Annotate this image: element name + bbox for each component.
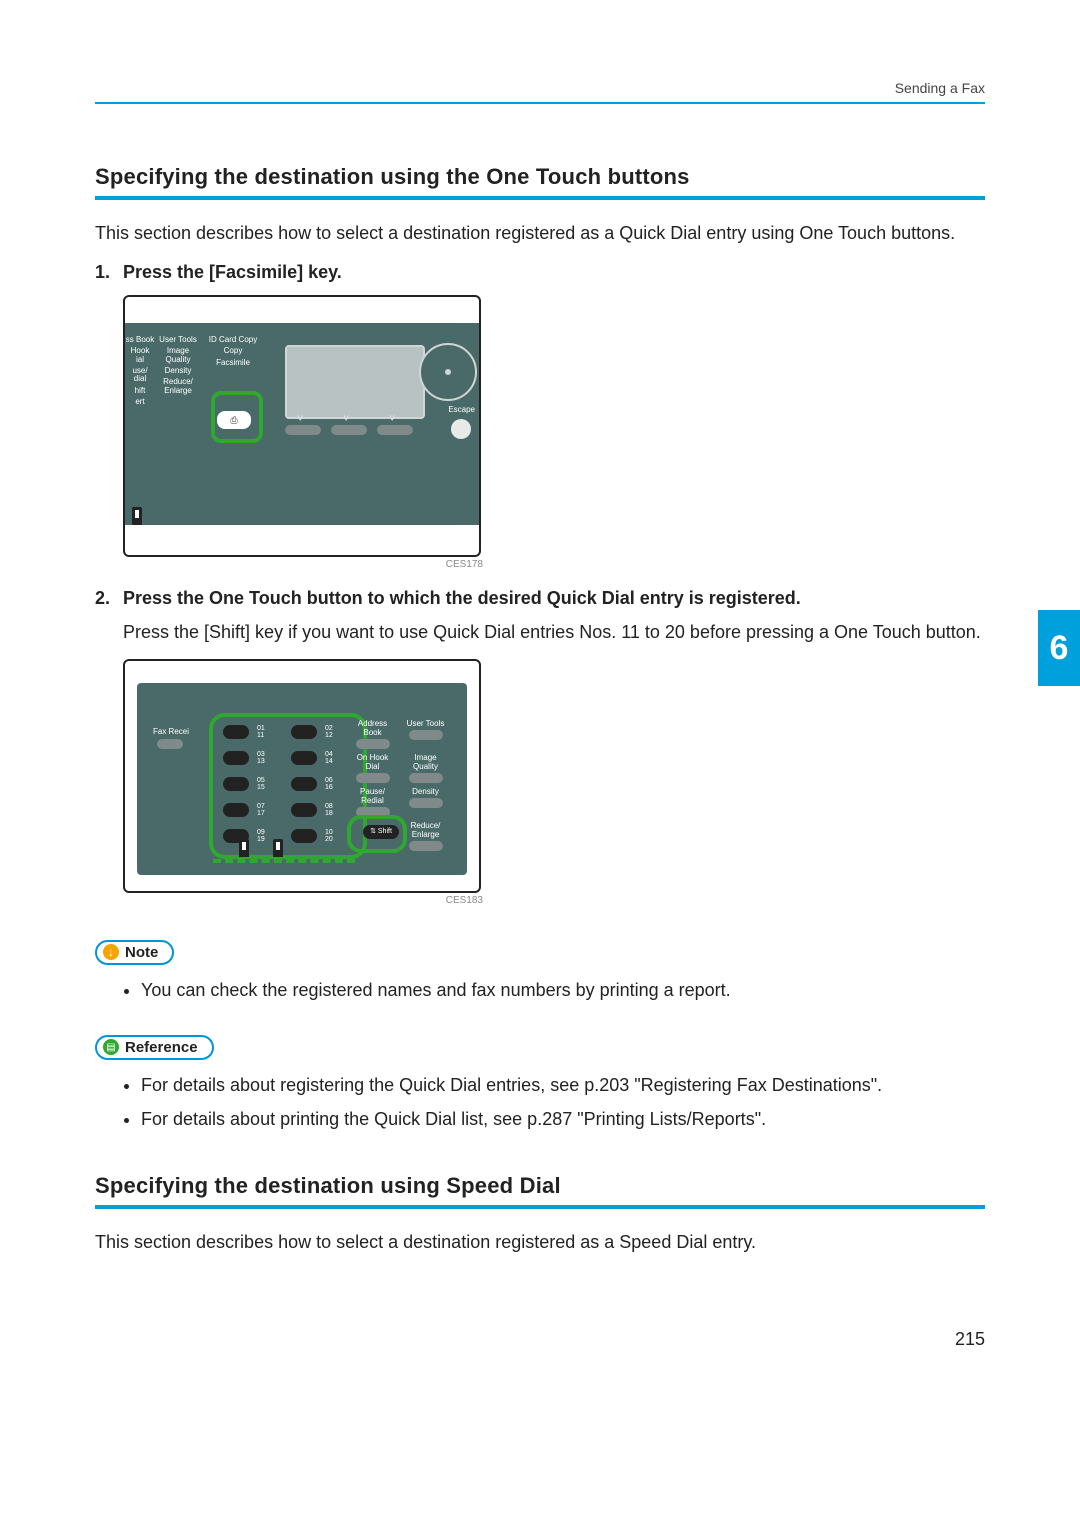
- running-header: Sending a Fax: [95, 80, 985, 96]
- section-title-onetouch: Specifying the destination using the One…: [95, 164, 985, 190]
- reference-book-icon: ▤: [103, 1039, 119, 1055]
- onetouch-button: [291, 829, 317, 843]
- step1-text: Press the [Facsimile] key.: [123, 262, 985, 283]
- onetouch-grid: 01 1102 12 03 1304 14 05 1506 16 07 1708…: [223, 721, 335, 851]
- onetouch-button: [291, 751, 317, 765]
- note-label: ↓ Note: [95, 940, 174, 965]
- onetouch-button: [291, 777, 317, 791]
- panel1-col1-l0: ss Book: [125, 336, 155, 344]
- chevron-down-icon: ˅: [297, 413, 303, 425]
- panel-button: [409, 773, 443, 783]
- step2-body: Press the [Shift] key if you want to use…: [123, 619, 985, 647]
- chevron-down-icon: ˅: [343, 413, 349, 425]
- facsimile-button-icon: ⎙: [217, 411, 251, 429]
- panel1-col1-l1: Hook ial: [125, 347, 155, 364]
- soft-button: [285, 425, 321, 435]
- page: Sending a Fax Specifying the destination…: [0, 0, 1080, 1400]
- panel-button: [157, 739, 183, 749]
- panel1-col3-l1: Copy: [205, 347, 261, 355]
- panel1-col3-l2: Facsimile: [205, 359, 261, 367]
- highlight-dashed-icon: [213, 859, 355, 863]
- panel1-col1-l4: ert: [125, 398, 155, 406]
- onetouch-button: [223, 777, 249, 791]
- panel1-col1-l3: hift: [125, 387, 155, 395]
- lcd-screen: [285, 345, 425, 419]
- panel1-col2-l1: Image Quality: [157, 347, 199, 364]
- note-arrow-icon: ↓: [103, 944, 119, 960]
- power-toggle-icon: [239, 839, 249, 857]
- panel1-col3-l0: ID Card Copy: [205, 336, 261, 344]
- section-underline: [95, 196, 985, 200]
- panel1-col2-l3: Reduce/ Enlarge: [157, 378, 199, 395]
- escape-label: Escape: [448, 405, 475, 414]
- onetouch-button: [223, 751, 249, 765]
- reference-item: For details about registering the Quick …: [141, 1072, 985, 1100]
- figure1-caption: CES178: [123, 559, 483, 570]
- note-item: You can check the registered names and f…: [141, 977, 985, 1005]
- escape-button: [451, 419, 471, 439]
- power-toggle-icon: [273, 839, 283, 857]
- figure2-caption: CES183: [123, 895, 483, 906]
- chevron-down-icon: ˅: [389, 413, 395, 425]
- panel-button: [356, 739, 390, 749]
- power-toggle-icon: [132, 507, 142, 525]
- panel-button: [409, 798, 443, 808]
- section-underline: [95, 1205, 985, 1209]
- panel1-col2-l2: Density: [157, 367, 199, 375]
- reference-item: For details about printing the Quick Dia…: [141, 1106, 985, 1134]
- device-panel-facsimile: ss Book Hook ial use/ dial hift ert User…: [123, 295, 481, 557]
- steps-list: Press the [Facsimile] key. ss Book Hook …: [95, 262, 985, 906]
- panel1-col2-l0: User Tools: [157, 336, 199, 344]
- shift-button: ⇅ Shift: [363, 825, 399, 839]
- section-title-speeddial: Specifying the destination using Speed D…: [95, 1173, 985, 1199]
- step-1: Press the [Facsimile] key. ss Book Hook …: [95, 262, 985, 570]
- reference-list: For details about registering the Quick …: [95, 1072, 985, 1134]
- step-2: Press the One Touch button to which the …: [95, 588, 985, 906]
- header-rule: [95, 102, 985, 104]
- soft-button: [377, 425, 413, 435]
- panel-button: [356, 773, 390, 783]
- section2-intro: This section describes how to select a d…: [95, 1229, 985, 1257]
- nav-dial-icon: [419, 343, 477, 401]
- figure-2: Fax Recei 01 1102 12 03 1304 14 05 1506 …: [123, 659, 985, 906]
- panel-button: [409, 841, 443, 851]
- onetouch-button: [223, 725, 249, 739]
- section1-intro: This section describes how to select a d…: [95, 220, 985, 248]
- panel2-left-label: Fax Recei: [153, 727, 189, 736]
- onetouch-button: [291, 725, 317, 739]
- soft-button: [331, 425, 367, 435]
- onetouch-button: [291, 803, 317, 817]
- note-list: You can check the registered names and f…: [95, 977, 985, 1005]
- panel-button: [409, 730, 443, 740]
- figure-1: ss Book Hook ial use/ dial hift ert User…: [123, 295, 985, 570]
- page-number: 215: [955, 1329, 985, 1350]
- note-label-text: Note: [125, 944, 158, 961]
- device-panel-onetouch: Fax Recei 01 1102 12 03 1304 14 05 1506 …: [123, 659, 481, 893]
- reference-label: ▤ Reference: [95, 1035, 214, 1060]
- panel1-col1-l2: use/ dial: [125, 367, 155, 384]
- onetouch-button: [223, 803, 249, 817]
- step2-text: Press the One Touch button to which the …: [123, 588, 985, 609]
- reference-label-text: Reference: [125, 1039, 198, 1056]
- chapter-tab: 6: [1038, 610, 1080, 686]
